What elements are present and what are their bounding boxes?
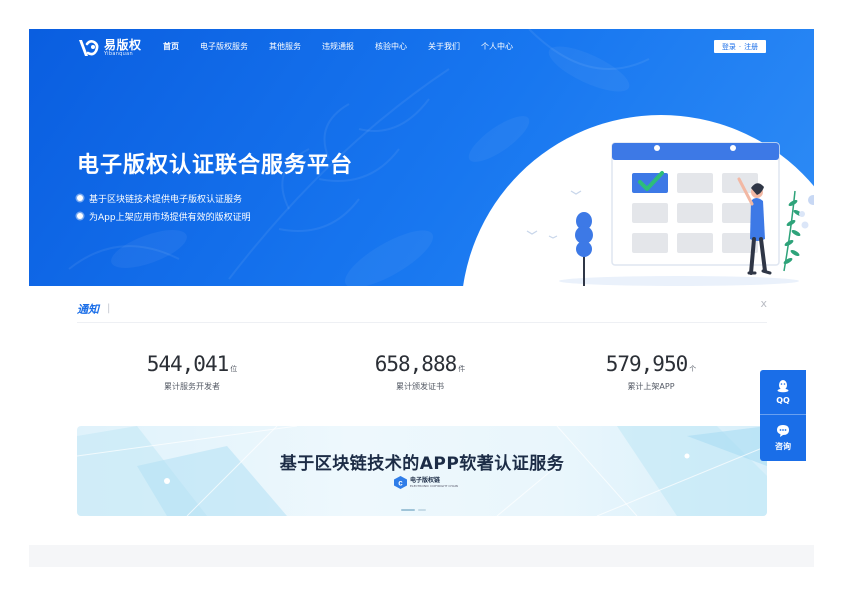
nav-other-services[interactable]: 其他服务	[269, 41, 301, 52]
login-register-button[interactable]: 登录 · 注册	[714, 40, 766, 53]
register-link[interactable]: 注册	[744, 42, 758, 52]
stat-label: 累计服务开发者	[164, 382, 220, 391]
qq-penguin-icon	[777, 380, 789, 393]
site-logo[interactable]: 易版权 Yibanquan	[77, 35, 142, 61]
notice-bar: 通知 | x	[77, 295, 767, 323]
carousel-dot[interactable]	[418, 509, 426, 511]
stat-unit: 个	[689, 365, 697, 373]
promo-banner[interactable]: 基于区块链技术的APP软著认证服务 c 电子版权链 ELECTRONIC COP…	[77, 426, 767, 516]
stat-certificates: 658,888 件 累计颁发证书	[320, 352, 520, 392]
carousel-dot[interactable]	[401, 509, 415, 511]
stat-developers: 544,041 位 累计服务开发者	[92, 352, 292, 392]
banner-logo-name: 电子版权链	[410, 476, 441, 484]
nav-personal-center[interactable]: 个人中心	[481, 41, 513, 52]
carousel-indicators	[401, 509, 426, 511]
yibanquan-logo-icon	[79, 40, 99, 56]
hero-title: 电子版权认证联合服务平台	[77, 153, 354, 178]
calendar-illustration	[526, 142, 814, 286]
svg-text:c: c	[398, 479, 403, 488]
login-link[interactable]: 登录	[722, 42, 736, 52]
section-footer-strip	[29, 545, 814, 567]
consult-label: 咨询	[775, 441, 791, 451]
hero-bullet-item: 基于区块链技术提供电子版权认证服务	[77, 189, 251, 207]
banner-logo-sub: ELECTRONIC COPYRIGHT CHAIN	[410, 483, 458, 488]
logo-text: 易版权 Yibanquan	[104, 39, 142, 57]
stat-value: 544,041	[146, 352, 230, 376]
nav-violation-report[interactable]: 违规通报	[322, 41, 354, 52]
qq-contact-button[interactable]: QQ	[760, 370, 806, 415]
stat-value: 658,888	[374, 352, 458, 376]
logo-name: 易版权	[104, 38, 142, 52]
nav-home[interactable]: 首页	[163, 41, 179, 52]
copyright-chain-icon: c	[394, 476, 407, 489]
stat-value-wrap: 579,950 个	[551, 352, 751, 376]
nav-verification-center[interactable]: 核验中心	[375, 41, 407, 52]
notice-separator: |	[107, 303, 111, 314]
qq-label: QQ	[776, 396, 790, 405]
page: 易版权 Yibanquan 首页 电子版权服务 其他服务 违规通报 核验中心 关…	[0, 0, 841, 594]
floating-contact-bar: QQ 咨询	[760, 370, 806, 461]
banner-logo-text: 电子版权链 ELECTRONIC COPYRIGHT CHAIN	[410, 476, 458, 488]
nav-e-copyright-service[interactable]: 电子版权服务	[200, 41, 248, 52]
banner-title: 基于区块链技术的APP软著认证服务	[279, 454, 565, 474]
hero-bullet-item: 为App上架应用市场提供有效的版权证明	[77, 207, 251, 225]
stat-value-wrap: 658,888 件	[320, 352, 520, 376]
banner-logo: c 电子版权链 ELECTRONIC COPYRIGHT CHAIN	[394, 476, 458, 489]
stat-apps: 579,950 个 累计上架APP	[551, 352, 751, 392]
consult-button[interactable]: 咨询	[760, 415, 806, 460]
main-nav: 首页 电子版权服务 其他服务 违规通报 核验中心 关于我们 个人中心	[163, 41, 534, 52]
stat-unit: 位	[230, 365, 238, 373]
notice-close-icon[interactable]: x	[760, 297, 767, 310]
chat-bubble-icon	[777, 424, 789, 437]
notice-label: 通知	[77, 302, 99, 316]
stat-unit: 件	[458, 365, 466, 373]
bullet-dot-icon	[77, 195, 83, 201]
stat-value: 579,950	[605, 352, 689, 376]
hero-bullet-text: 为App上架应用市场提供有效的版权证明	[89, 212, 251, 223]
stat-label: 累计颁发证书	[396, 382, 444, 391]
hero-bullets: 基于区块链技术提供电子版权认证服务 为App上架应用市场提供有效的版权证明	[77, 189, 251, 225]
auth-separator: ·	[738, 42, 742, 51]
hero-bullet-text: 基于区块链技术提供电子版权认证服务	[89, 194, 243, 205]
bullet-dot-icon	[77, 213, 83, 219]
stat-label: 累计上架APP	[627, 382, 675, 391]
hero-banner: 易版权 Yibanquan 首页 电子版权服务 其他服务 违规通报 核验中心 关…	[29, 29, 814, 286]
logo-subtitle: Yibanquan	[104, 51, 133, 57]
nav-about-us[interactable]: 关于我们	[428, 41, 460, 52]
stat-value-wrap: 544,041 位	[92, 352, 292, 376]
